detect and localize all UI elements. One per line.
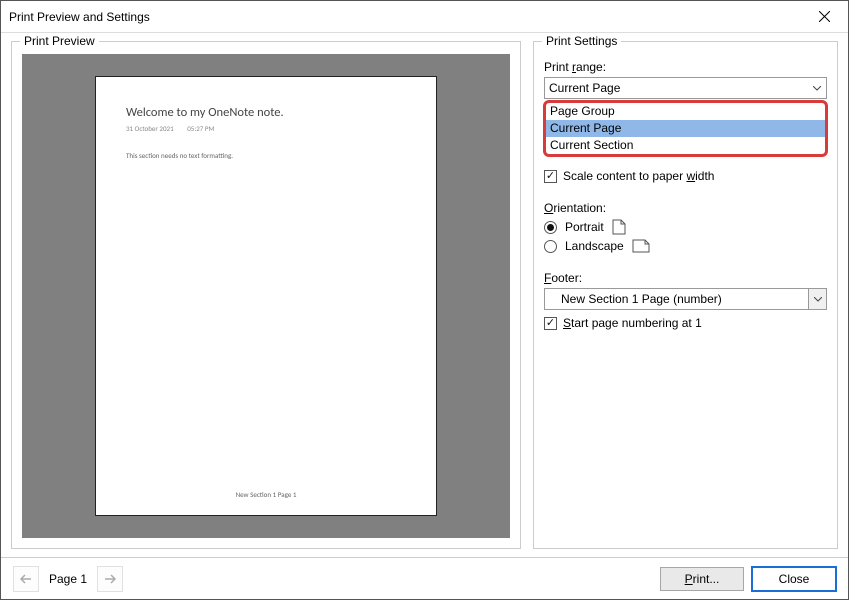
print-range-option-page-group[interactable]: Page Group xyxy=(546,103,825,120)
print-range-value: Current Page xyxy=(549,81,620,95)
print-settings-legend: Print Settings xyxy=(542,34,621,48)
print-range-option-current-section[interactable]: Current Section xyxy=(546,137,825,154)
preview-area: Welcome to my OneNote note. 31 October 2… xyxy=(22,54,510,538)
next-page-button[interactable] xyxy=(97,566,123,592)
start-numbering-row: Start page numbering at 1 xyxy=(544,316,827,330)
close-dialog-button[interactable]: Close xyxy=(752,567,836,591)
print-preview-legend: Print Preview xyxy=(20,34,99,48)
print-range-dropdown: Page Group Current Page Current Section xyxy=(543,100,828,157)
chevron-down-icon xyxy=(808,78,826,98)
preview-page: Welcome to my OneNote note. 31 October 2… xyxy=(95,76,437,516)
page-indicator: Page 1 xyxy=(49,572,87,586)
portrait-label: Portrait xyxy=(565,220,604,234)
arrow-left-icon xyxy=(20,573,32,585)
preview-page-footer: New Section 1 Page 1 xyxy=(126,490,406,499)
settings-inner: Print range: Current Page Page Group Cur… xyxy=(544,54,827,330)
start-numbering-label: Start page numbering at 1 xyxy=(563,316,702,330)
print-range-option-current-page[interactable]: Current Page xyxy=(546,120,825,137)
footer-bar: Page 1 Print... Close xyxy=(1,557,848,599)
print-range-combo[interactable]: Current Page Page Group Current Page Cur… xyxy=(544,77,827,99)
footer-label: Footer: xyxy=(544,271,827,285)
print-settings-group: Print Settings Print range: Current Page… xyxy=(533,41,838,549)
footer-section: Footer: New Section 1 Page (number) xyxy=(544,271,827,330)
landscape-radio[interactable] xyxy=(544,240,557,253)
dialog-body: Print Preview Welcome to my OneNote note… xyxy=(1,33,848,557)
arrow-right-icon xyxy=(104,573,116,585)
preview-page-date: 31 October 2021 xyxy=(126,124,174,133)
scale-label: Scale content to paper width xyxy=(563,169,714,183)
print-button[interactable]: Print... xyxy=(660,567,744,591)
footer-value: New Section 1 Page (number) xyxy=(549,292,722,306)
close-button[interactable] xyxy=(808,3,840,31)
prev-page-button[interactable] xyxy=(13,566,39,592)
orientation-landscape-row: Landscape xyxy=(544,239,827,253)
landscape-icon xyxy=(632,239,650,253)
print-preview-dialog: Print Preview and Settings Print Preview… xyxy=(0,0,849,600)
close-icon xyxy=(819,11,830,22)
orientation-section: Orientation: Portrait xyxy=(544,201,827,253)
preview-page-time: 05:27 PM xyxy=(187,124,214,133)
scale-row: Scale content to paper width xyxy=(544,169,827,183)
preview-page-meta: 31 October 2021 05:27 PM xyxy=(126,124,406,133)
preview-page-body: This section needs no text formatting. xyxy=(126,151,406,490)
print-range-label: Print range: xyxy=(544,60,827,74)
titlebar: Print Preview and Settings xyxy=(1,1,848,33)
orientation-portrait-row: Portrait xyxy=(544,219,827,235)
scale-checkbox[interactable] xyxy=(544,170,557,183)
window-title: Print Preview and Settings xyxy=(9,10,808,24)
footer-combo[interactable]: New Section 1 Page (number) xyxy=(544,288,827,310)
portrait-radio[interactable] xyxy=(544,221,557,234)
orientation-label: Orientation: xyxy=(544,201,827,215)
start-numbering-checkbox[interactable] xyxy=(544,317,557,330)
print-preview-group: Print Preview Welcome to my OneNote note… xyxy=(11,41,521,549)
portrait-icon xyxy=(612,219,626,235)
preview-page-title: Welcome to my OneNote note. xyxy=(126,105,406,120)
landscape-label: Landscape xyxy=(565,239,624,253)
chevron-down-icon xyxy=(808,289,826,309)
